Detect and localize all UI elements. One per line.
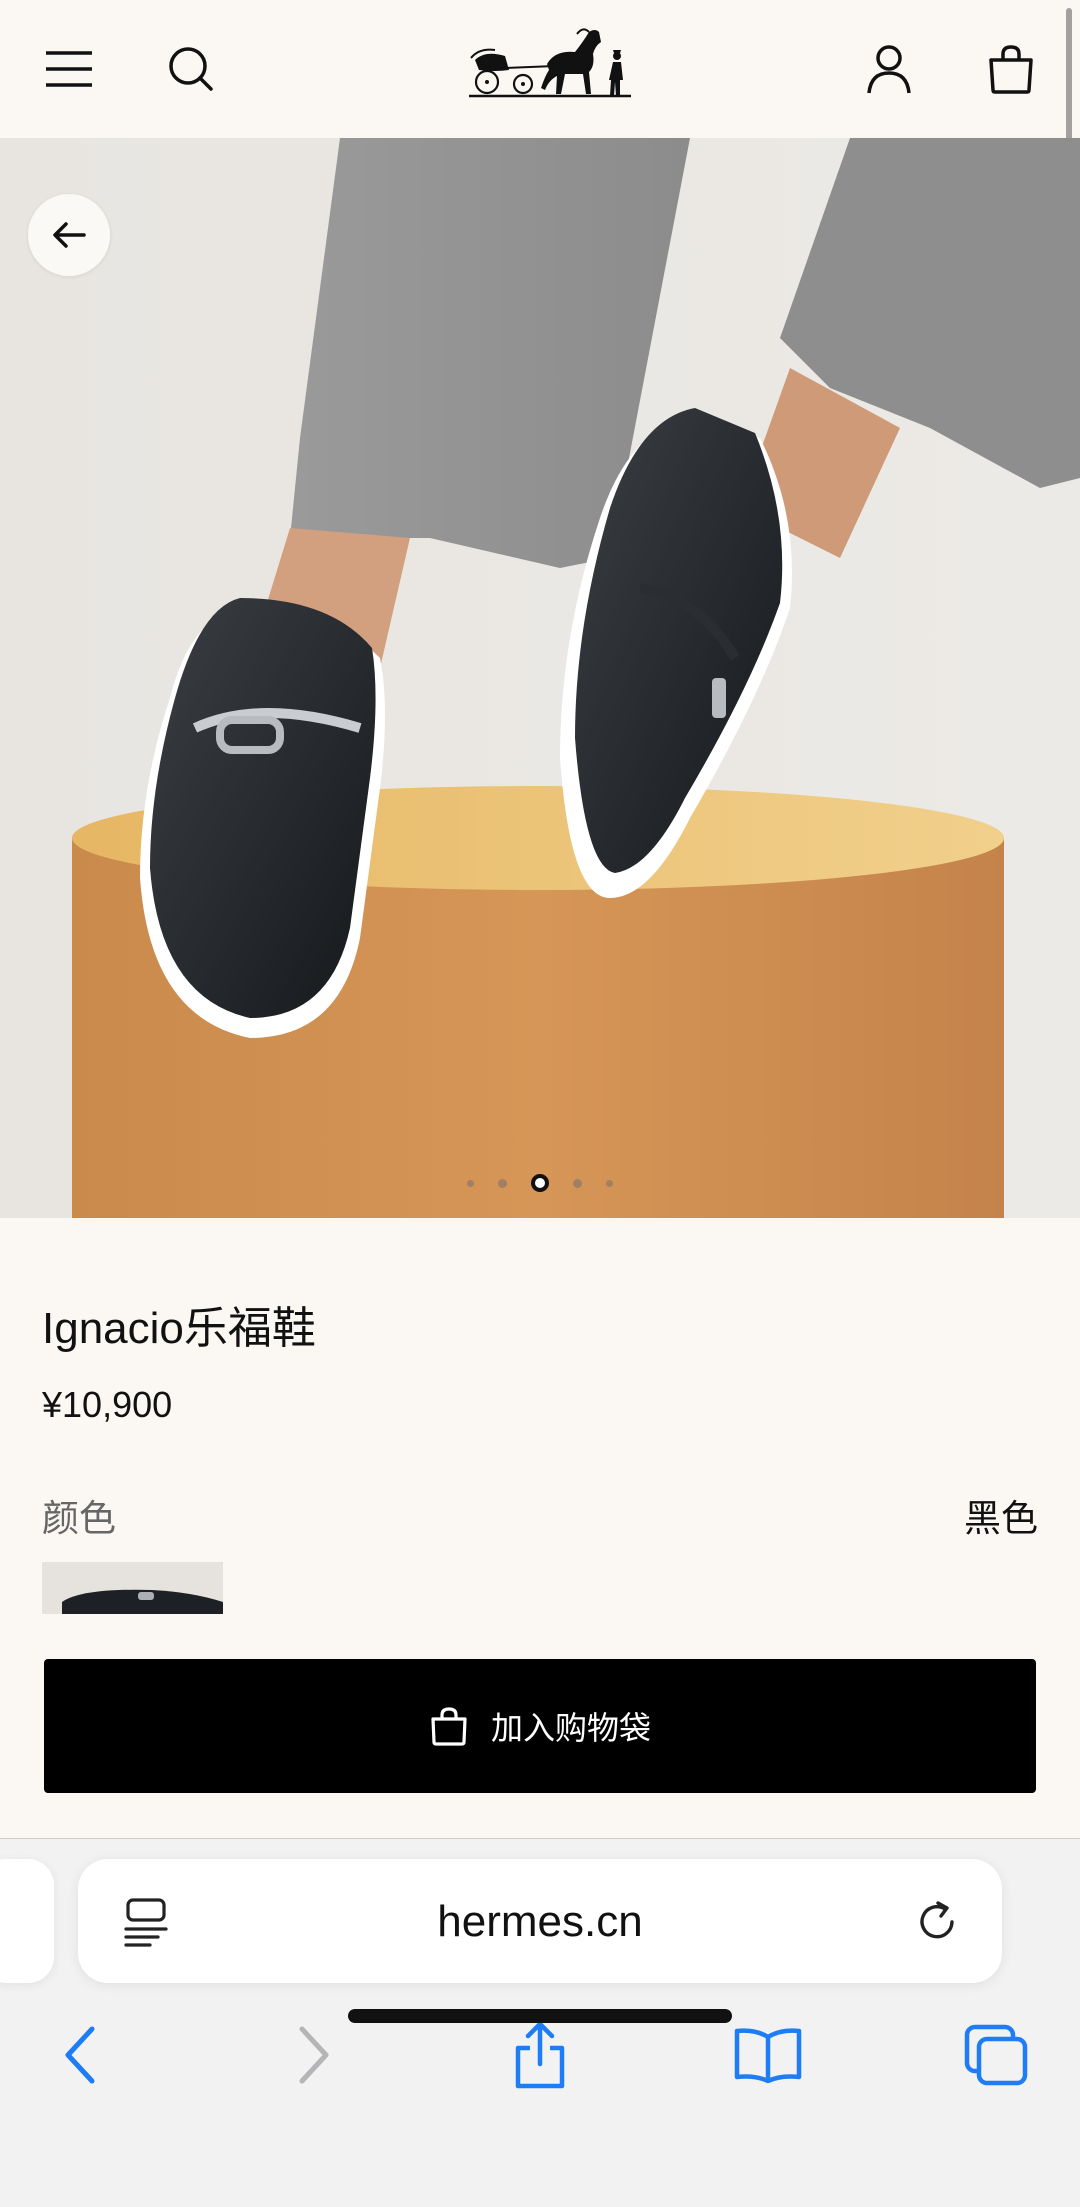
safari-toolbar: hermes.cn <box>0 1839 1080 2207</box>
hermes-carriage-logo[interactable] <box>465 20 635 104</box>
reload-icon[interactable] <box>912 1897 962 1947</box>
menu-icon[interactable] <box>34 34 104 104</box>
back-button[interactable] <box>28 194 110 276</box>
add-to-bag-label: 加入购物袋 <box>490 1710 651 1746</box>
previous-tab-preview[interactable] <box>0 1859 54 1983</box>
arrow-left-icon <box>53 222 86 248</box>
color-swatch[interactable] <box>42 1562 223 1614</box>
color-label: 颜色 <box>42 1498 116 1539</box>
product-photo <box>0 138 1080 1218</box>
carousel-dots <box>0 1174 1080 1192</box>
add-to-bag-button[interactable]: 加入购物袋 <box>44 1659 1036 1793</box>
forward-icon[interactable] <box>276 2017 352 2093</box>
carousel-dot[interactable] <box>573 1178 582 1188</box>
shopping-bag-icon <box>431 1707 467 1746</box>
tabs-icon[interactable] <box>958 2017 1034 2093</box>
carousel-dot-active[interactable] <box>531 1174 549 1192</box>
address-bar[interactable]: hermes.cn <box>78 1859 1002 1983</box>
account-icon[interactable] <box>854 34 924 104</box>
product-image-gallery[interactable] <box>0 138 1080 1218</box>
bookmarks-icon[interactable] <box>730 2017 806 2093</box>
color-value: 黑色 <box>964 1498 1038 1539</box>
carousel-dot[interactable] <box>498 1178 507 1188</box>
site-header <box>0 0 1080 138</box>
carousel-dot[interactable] <box>606 1179 613 1187</box>
search-icon[interactable] <box>156 34 226 104</box>
shopping-bag-icon[interactable] <box>976 34 1046 104</box>
product-info: Ignacio乐福鞋 ¥10,900 颜色 黑色 加入购物袋 <box>0 1218 1080 1838</box>
carousel-dot[interactable] <box>467 1179 474 1187</box>
url-text: hermes.cn <box>437 1897 643 1946</box>
share-icon[interactable] <box>502 2017 578 2093</box>
back-icon[interactable] <box>42 2017 118 2093</box>
home-indicator <box>348 2009 732 2023</box>
product-name: Ignacio乐福鞋 <box>42 1304 316 1353</box>
product-price: ¥10,900 <box>42 1384 173 1425</box>
